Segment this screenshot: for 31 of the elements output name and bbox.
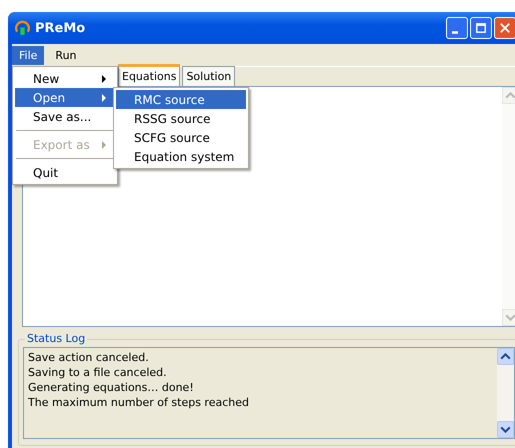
maximize-icon <box>474 21 488 35</box>
log-line: Saving to a file canceled. <box>28 365 168 380</box>
menu-item[interactable]: Quit <box>15 163 115 182</box>
submenu-arrow-icon <box>101 94 107 102</box>
menu-item[interactable]: Save as... <box>15 107 115 126</box>
log-line: Generating equations… done! <box>28 380 195 395</box>
menu-item[interactable]: RSSG source <box>116 109 246 128</box>
close-button[interactable] <box>494 17 515 39</box>
tab[interactable]: Equations <box>118 64 180 86</box>
scrollbar[interactable] <box>497 348 514 438</box>
scroll-up-icon[interactable] <box>497 348 514 365</box>
log-line: The maximum number of steps reached <box>28 395 250 410</box>
menu-item[interactable]: File <box>12 46 44 64</box>
scroll-down-icon[interactable] <box>497 421 514 438</box>
app-icon <box>14 20 31 36</box>
log-line: Save action canceled. <box>28 350 150 365</box>
minimize-button[interactable] <box>446 17 468 39</box>
group-title: Status Log <box>25 332 88 345</box>
maximize-button[interactable] <box>470 17 492 39</box>
menu-item[interactable]: New <box>15 69 115 88</box>
submenu-arrow-icon <box>101 74 107 82</box>
submenu-arrow-icon <box>101 140 107 148</box>
tab[interactable]: Solution <box>182 66 236 86</box>
menu-item[interactable]: Equation system <box>116 147 246 166</box>
close-icon <box>498 21 512 35</box>
minimize-icon <box>452 30 458 34</box>
window-title: PReMo <box>35 20 86 36</box>
menu-item[interactable]: Run <box>48 46 84 64</box>
menu-item[interactable]: SCFG source <box>116 128 246 147</box>
menu-item[interactable]: RMC source <box>116 90 246 109</box>
menu-item[interactable]: Open <box>15 88 115 107</box>
